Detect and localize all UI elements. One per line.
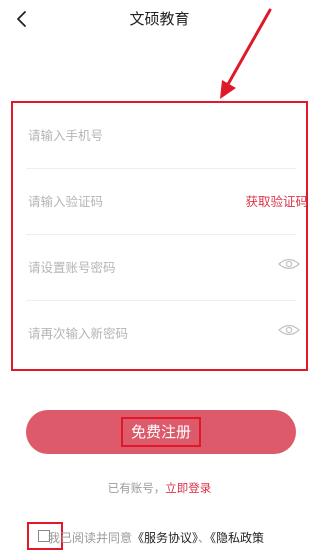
service-agreement-link[interactable]: 《服务协议》: [132, 531, 198, 545]
code-placeholder: 请输入验证码: [28, 194, 104, 209]
login-link[interactable]: 立即登录: [165, 481, 211, 495]
privacy-policy-link[interactable]: 《隐私政策: [210, 531, 264, 545]
page-title: 文硕教育: [129, 10, 190, 28]
login-row: 已有账号，立即登录: [0, 480, 319, 496]
verification-code-field[interactable]: 请输入验证码 获取验证码: [26, 169, 308, 235]
agreement-row: 我已阅读并同意《服务协议》、《隐私政策: [0, 522, 319, 550]
login-prompt: 已有账号，: [107, 481, 166, 495]
phone-field[interactable]: 请输入手机号: [26, 103, 296, 169]
password-placeholder: 请设置账号密码: [28, 260, 116, 275]
get-code-button[interactable]: 获取验证码: [245, 191, 308, 210]
phone-placeholder: 请输入手机号: [28, 128, 104, 143]
register-button[interactable]: 免费注册: [26, 410, 296, 454]
password-field[interactable]: 请设置账号密码: [26, 235, 300, 301]
confirm-placeholder: 请再次输入新密码: [28, 326, 129, 341]
register-button-label: 免费注册: [120, 417, 201, 447]
header: 文硕教育: [0, 0, 319, 42]
agreement-prefix: 我已阅读并同意: [48, 531, 133, 545]
agreement-separator: 、: [198, 531, 211, 545]
eye-icon[interactable]: [278, 257, 300, 271]
eye-icon[interactable]: [278, 323, 300, 337]
agreement-text: 我已阅读并同意《服务协议》、《隐私政策: [48, 529, 264, 546]
registration-form: 请输入手机号 请输入验证码 获取验证码 请设置账号密码 请再次输入新密码: [11, 101, 308, 371]
confirm-password-field[interactable]: 请再次输入新密码: [26, 301, 300, 367]
